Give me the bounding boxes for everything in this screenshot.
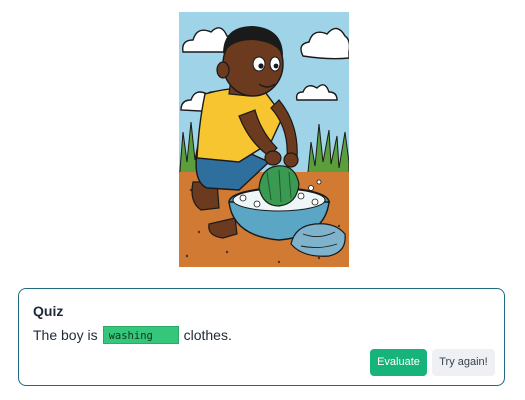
sentence-end: clothes. [183,327,232,343]
try-again-button[interactable]: Try again! [432,349,495,376]
quiz-card: Quiz The boy is clothes. Evaluate Try ag… [18,288,505,386]
evaluate-button[interactable]: Evaluate [370,349,427,376]
answer-input[interactable] [102,326,179,344]
quiz-illustration [179,12,349,267]
quiz-title: Quiz [33,303,64,319]
quiz-sentence: The boy is clothes. [33,326,232,344]
sentence-start: The boy is [33,327,98,343]
